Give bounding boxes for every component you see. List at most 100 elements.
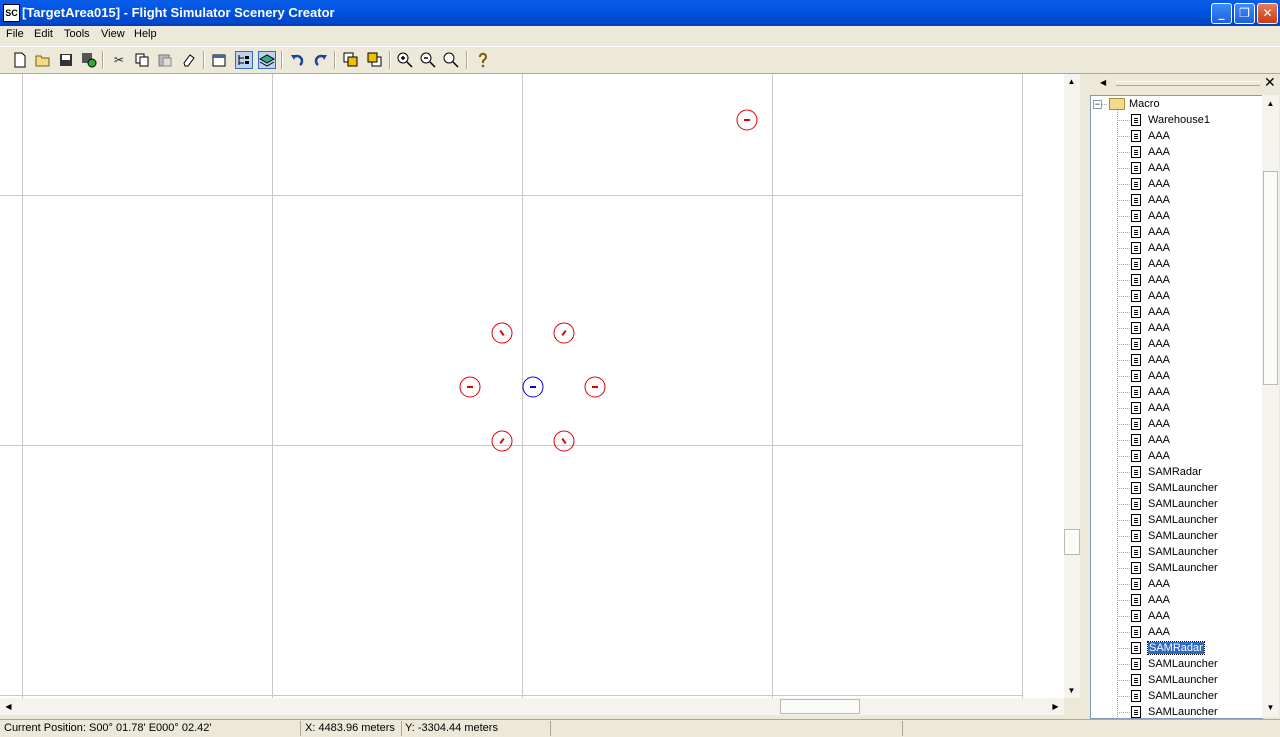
- undo-icon[interactable]: [288, 51, 306, 69]
- tree-lines: [1102, 104, 1130, 718]
- tree-item[interactable]: AAA: [1148, 256, 1170, 272]
- document-icon: [1131, 674, 1141, 686]
- tree-item[interactable]: SAMLauncher: [1148, 496, 1218, 512]
- tree-item[interactable]: AAA: [1148, 176, 1170, 192]
- tree-item[interactable]: AAA: [1148, 352, 1170, 368]
- tree-scroll-up-icon[interactable]: ▲: [1263, 96, 1278, 111]
- scroll-right-icon[interactable]: ▶: [1048, 699, 1063, 714]
- document-icon: [1131, 514, 1141, 526]
- send-backward-icon[interactable]: [366, 51, 384, 69]
- new-icon[interactable]: [11, 51, 29, 69]
- tree-item[interactable]: AAA: [1148, 240, 1170, 256]
- tree-item[interactable]: SAMLauncher: [1148, 528, 1218, 544]
- tree-item[interactable]: SAMLauncher: [1148, 560, 1218, 576]
- tree-item[interactable]: SAMRadar: [1147, 640, 1205, 656]
- zoom-out-icon[interactable]: [419, 51, 437, 69]
- hierarchy-icon[interactable]: [235, 51, 253, 69]
- tree-item[interactable]: SAMLauncher: [1148, 512, 1218, 528]
- tree-item[interactable]: AAA: [1148, 144, 1170, 160]
- tree-item[interactable]: AAA: [1148, 208, 1170, 224]
- map-vertical-scrollbar[interactable]: ▲ ▼: [1064, 74, 1080, 698]
- document-icon: [1131, 450, 1141, 462]
- map-vscroll-thumb[interactable]: [1064, 529, 1080, 555]
- app-icon[interactable]: SC: [3, 4, 20, 22]
- tree-item[interactable]: AAA: [1148, 608, 1170, 624]
- map-horizontal-scrollbar[interactable]: ◀ ▶: [0, 698, 1064, 715]
- tree-item[interactable]: AAA: [1148, 576, 1170, 592]
- scroll-up-icon[interactable]: ▲: [1064, 74, 1079, 89]
- tree-root-macro[interactable]: Macro: [1129, 96, 1160, 112]
- tree-vertical-scrollbar[interactable]: ▲ ▼: [1262, 95, 1279, 717]
- tree-item[interactable]: Warehouse1: [1148, 112, 1210, 128]
- tree-item[interactable]: AAA: [1148, 224, 1170, 240]
- tree-item[interactable]: AAA: [1148, 592, 1170, 608]
- paste-icon[interactable]: [156, 51, 174, 69]
- object-tree[interactable]: − Macro Warehouse1 AAA AAA AAA AAA AAA AAA AAA A…: [1090, 95, 1263, 719]
- map-object-samradar-center[interactable]: [522, 376, 544, 398]
- tree-item[interactable]: SAMLauncher: [1148, 544, 1218, 560]
- scroll-left-icon[interactable]: ◀: [1, 699, 16, 714]
- tree-item[interactable]: AAA: [1148, 192, 1170, 208]
- tree-item[interactable]: AAA: [1148, 128, 1170, 144]
- tree-item[interactable]: SAMLauncher: [1148, 688, 1218, 704]
- map-hscroll-thumb[interactable]: [780, 699, 860, 714]
- cut-icon[interactable]: ✂: [110, 51, 128, 69]
- map-object-aaa-ne[interactable]: [553, 322, 575, 344]
- tree-item[interactable]: AAA: [1148, 400, 1170, 416]
- panel-splitter[interactable]: [1080, 74, 1088, 717]
- tree-item[interactable]: AAA: [1148, 304, 1170, 320]
- menu-tools[interactable]: Tools: [64, 28, 90, 40]
- tree-item[interactable]: SAMLauncher: [1148, 704, 1218, 718]
- map-object-aaa-e[interactable]: [584, 376, 606, 398]
- save-icon[interactable]: [57, 51, 75, 69]
- redo-icon[interactable]: [312, 51, 330, 69]
- tree-item[interactable]: AAA: [1148, 368, 1170, 384]
- menu-file[interactable]: File: [6, 28, 24, 40]
- map-object-warehouse[interactable]: [736, 109, 758, 131]
- panel-collapse-icon[interactable]: ◀: [1100, 78, 1106, 87]
- map-object-aaa-sw[interactable]: [491, 430, 513, 452]
- close-button[interactable]: ✕: [1257, 3, 1278, 24]
- help-icon[interactable]: [474, 51, 492, 69]
- map-object-aaa-nw[interactable]: [491, 322, 513, 344]
- layer-icon[interactable]: [258, 51, 276, 69]
- tree-item[interactable]: SAMLauncher: [1148, 672, 1218, 688]
- bring-forward-icon[interactable]: [342, 51, 360, 69]
- open-icon[interactable]: [34, 51, 52, 69]
- copy-icon[interactable]: [133, 51, 151, 69]
- minimize-button[interactable]: _: [1211, 3, 1232, 24]
- menu-view[interactable]: View: [101, 28, 125, 40]
- tree-item[interactable]: AAA: [1148, 272, 1170, 288]
- menu-help[interactable]: Help: [134, 28, 157, 40]
- tree-item[interactable]: AAA: [1148, 320, 1170, 336]
- compile-icon[interactable]: [80, 51, 98, 69]
- erase-icon[interactable]: [180, 51, 198, 69]
- tree-item[interactable]: SAMRadar: [1148, 464, 1202, 480]
- zoom-in-icon[interactable]: [396, 51, 414, 69]
- properties-icon[interactable]: [211, 51, 229, 69]
- tree-item[interactable]: AAA: [1148, 288, 1170, 304]
- tree-item[interactable]: AAA: [1148, 416, 1170, 432]
- tree-item[interactable]: AAA: [1148, 448, 1170, 464]
- tree-vscroll-thumb[interactable]: [1263, 171, 1278, 385]
- menu-edit[interactable]: Edit: [34, 28, 53, 40]
- tree-item[interactable]: AAA: [1148, 432, 1170, 448]
- tree-item[interactable]: AAA: [1148, 624, 1170, 640]
- document-icon: [1131, 610, 1141, 622]
- scroll-down-icon[interactable]: ▼: [1064, 683, 1079, 698]
- map-object-aaa-se[interactable]: [553, 430, 575, 452]
- document-icon: [1131, 498, 1141, 510]
- tree-scroll-down-icon[interactable]: ▼: [1263, 700, 1278, 715]
- zoom-fit-icon[interactable]: [442, 51, 460, 69]
- tree-item[interactable]: AAA: [1148, 384, 1170, 400]
- tree-item[interactable]: SAMLauncher: [1148, 480, 1218, 496]
- panel-close-icon[interactable]: ✕: [1264, 75, 1276, 91]
- tree-item[interactable]: SAMLauncher: [1148, 656, 1218, 672]
- tree-item[interactable]: AAA: [1148, 160, 1170, 176]
- map-canvas[interactable]: [0, 74, 1064, 698]
- tree-item[interactable]: AAA: [1148, 336, 1170, 352]
- map-object-aaa-w[interactable]: [459, 376, 481, 398]
- restore-button[interactable]: ❐: [1234, 3, 1255, 24]
- tree-collapse-icon[interactable]: −: [1093, 100, 1102, 109]
- document-icon: [1131, 306, 1141, 318]
